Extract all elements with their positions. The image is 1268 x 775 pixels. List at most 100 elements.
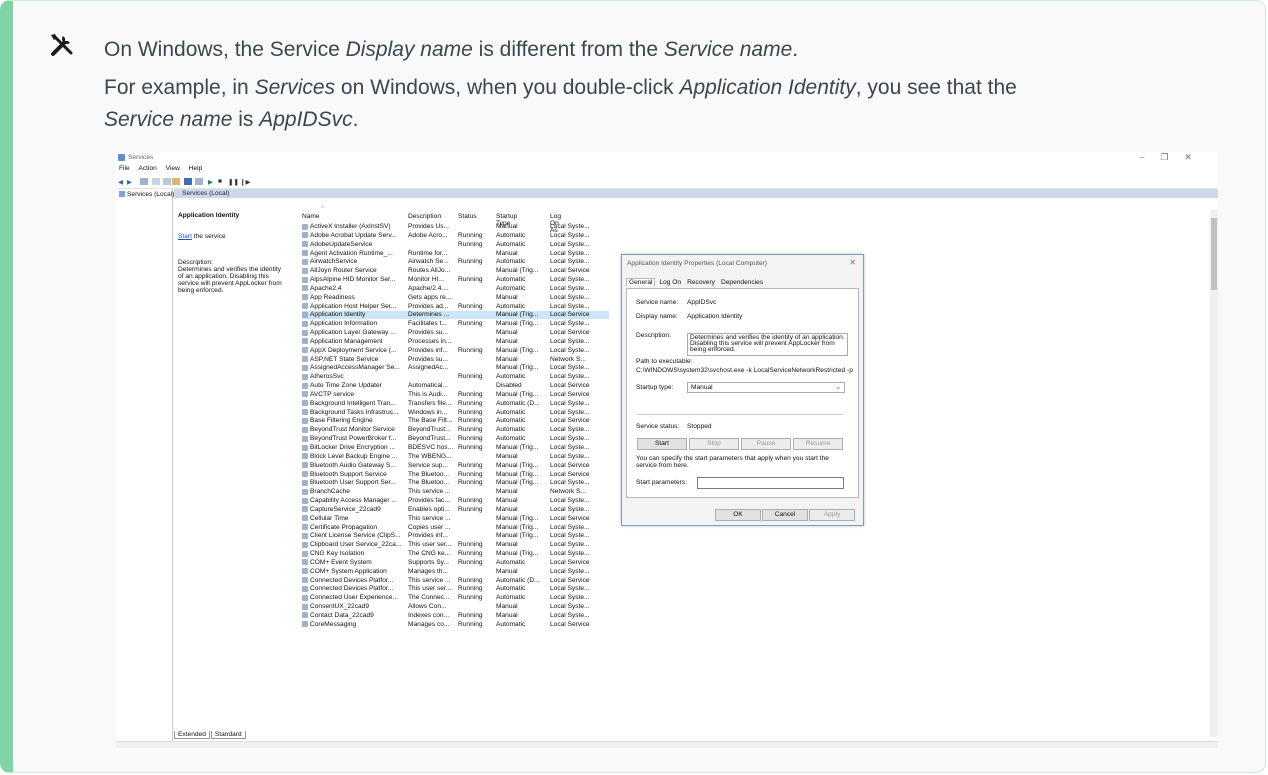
service-gear-icon [302, 612, 308, 619]
service-gear-icon [302, 577, 308, 584]
service-gear-icon [302, 435, 308, 442]
stop-service-icon[interactable]: ■ [218, 178, 226, 185]
service-name: Connected Devices Platfor... [310, 576, 394, 584]
service-description: Routes AllJo... [408, 267, 451, 275]
tab-general[interactable]: General [626, 278, 656, 286]
service-startup-type: Automatic [496, 373, 526, 381]
service-status: Running [458, 426, 483, 434]
tab-log-on[interactable]: Log On [657, 279, 683, 286]
stop-button[interactable]: Stop [689, 438, 739, 450]
menu-view[interactable]: View [166, 165, 180, 172]
ok-button[interactable]: OK [715, 509, 761, 521]
service-description: Monitor HI... [408, 276, 444, 284]
service-log-on-as: Local Syste... [550, 240, 590, 248]
status-bar [116, 741, 1218, 748]
restart-service-icon[interactable]: ❙▶ [240, 178, 251, 186]
tab-dependencies[interactable]: Dependencies [719, 279, 765, 286]
service-gear-icon [302, 585, 308, 592]
service-log-on-as: Local Syste... [550, 231, 590, 239]
service-name: Agent Activation Runtime_... [310, 249, 393, 257]
start-service-link[interactable]: Start the service [178, 233, 226, 240]
tab-recovery[interactable]: Recovery [685, 279, 717, 286]
display-name-value: Application Identity [687, 313, 743, 320]
start-service-icon[interactable]: ▶ [208, 178, 216, 186]
service-log-on-as: Network S... [550, 488, 586, 496]
vertical-scrollbar[interactable] [1210, 210, 1218, 737]
service-gear-icon [302, 364, 308, 371]
service-log-on-as: Local Syste... [550, 258, 590, 266]
service-status: Running [458, 444, 483, 451]
path-value: C:\WINDOWS\system32\svchost.exe -k Local… [636, 367, 853, 374]
service-gear-icon [302, 400, 308, 407]
services-app-icon [118, 154, 125, 161]
service-description: Facilitates t... [408, 320, 447, 328]
service-description: The Connec... [408, 594, 450, 602]
service-startup-type: Manual (Trig... [496, 523, 539, 531]
col-name[interactable]: Name [302, 213, 320, 220]
service-status: Running [458, 550, 483, 558]
service-name: ASP.NET State Service [310, 355, 379, 363]
forward-icon[interactable]: ▶ [127, 178, 135, 186]
service-startup-type: Automatic [496, 302, 526, 310]
pause-button[interactable]: Pause [741, 438, 791, 450]
scrollbar-thumb[interactable] [1211, 218, 1217, 290]
service-gear-icon [302, 223, 308, 230]
service-name-label: Service name: [636, 299, 679, 306]
service-description: Indexes con... [408, 611, 450, 619]
close-icon[interactable]: ✕ [849, 258, 856, 267]
service-description: Gets apps re... [408, 293, 452, 301]
start-params-input[interactable] [697, 477, 844, 489]
properties-icon[interactable] [152, 178, 160, 185]
service-row[interactable]: Application Identity Determines ... Manual… [302, 311, 609, 320]
help-icon[interactable] [184, 178, 192, 185]
service-log-on-as: Local Syste... [550, 505, 590, 513]
service-gear-icon [302, 250, 308, 257]
startup-type-select[interactable]: Manual ⌄ [687, 382, 845, 393]
view-icon[interactable] [195, 178, 203, 185]
export-icon[interactable] [172, 178, 180, 185]
service-name: Application Identity [310, 311, 366, 319]
service-description: The WBENG... [408, 452, 452, 460]
cancel-button[interactable]: Cancel [762, 509, 808, 521]
service-startup-type: Automatic [496, 620, 526, 628]
service-name: BitLocker Drive Encryption ... [310, 444, 396, 451]
services-node-icon [119, 191, 125, 197]
col-description[interactable]: Description [408, 213, 441, 220]
tree-node-services-local[interactable]: Services (Local) [119, 191, 174, 198]
service-gear-icon [302, 267, 308, 274]
service-startup-type: Manual (Trig... [496, 470, 539, 478]
menu-help[interactable]: Help [189, 165, 203, 172]
apply-button[interactable]: Apply [809, 509, 855, 521]
service-gear-icon [302, 258, 308, 265]
service-status: Running [458, 373, 483, 381]
service-name: Certificate Propagation [310, 523, 378, 531]
service-startup-type: Manual [496, 567, 518, 575]
service-log-on-as: Local Syste... [550, 408, 590, 416]
service-startup-type: Manual (Trig... [496, 514, 539, 522]
service-log-on-as: Local Service [550, 417, 590, 425]
service-log-on-as: Local Syste... [550, 611, 590, 619]
service-gear-icon [302, 311, 308, 318]
service-startup-type: Automatic [496, 558, 526, 566]
back-icon[interactable]: ◀ [118, 178, 126, 186]
tab-standard[interactable]: Standard [210, 731, 246, 739]
service-gear-icon [302, 320, 308, 327]
pause-service-icon[interactable]: ❚❚ [228, 178, 239, 186]
window-controls[interactable]: –❐✕ [1139, 152, 1208, 163]
service-name: AVCTP service [310, 390, 355, 398]
refresh-icon[interactable] [163, 178, 171, 185]
service-startup-type: Manual (Trig... [496, 550, 539, 558]
start-button[interactable]: Start [637, 438, 687, 450]
resume-button[interactable]: Resume [793, 438, 843, 450]
menu-action[interactable]: Action [138, 165, 156, 172]
tab-extended[interactable]: Extended [174, 731, 210, 739]
service-name: Application Layer Gateway ... [310, 329, 396, 337]
service-description: The Base Filt... [408, 417, 453, 425]
service-startup-type: Manual [496, 541, 518, 549]
col-status[interactable]: Status [458, 213, 477, 220]
description-box[interactable]: Determines and verifies the identity of … [687, 333, 848, 356]
service-status: Running [458, 302, 483, 310]
service-log-on-as: Local Syste... [550, 452, 590, 460]
show-hide-tree-icon[interactable] [140, 178, 148, 185]
menu-file[interactable]: File [119, 165, 130, 172]
